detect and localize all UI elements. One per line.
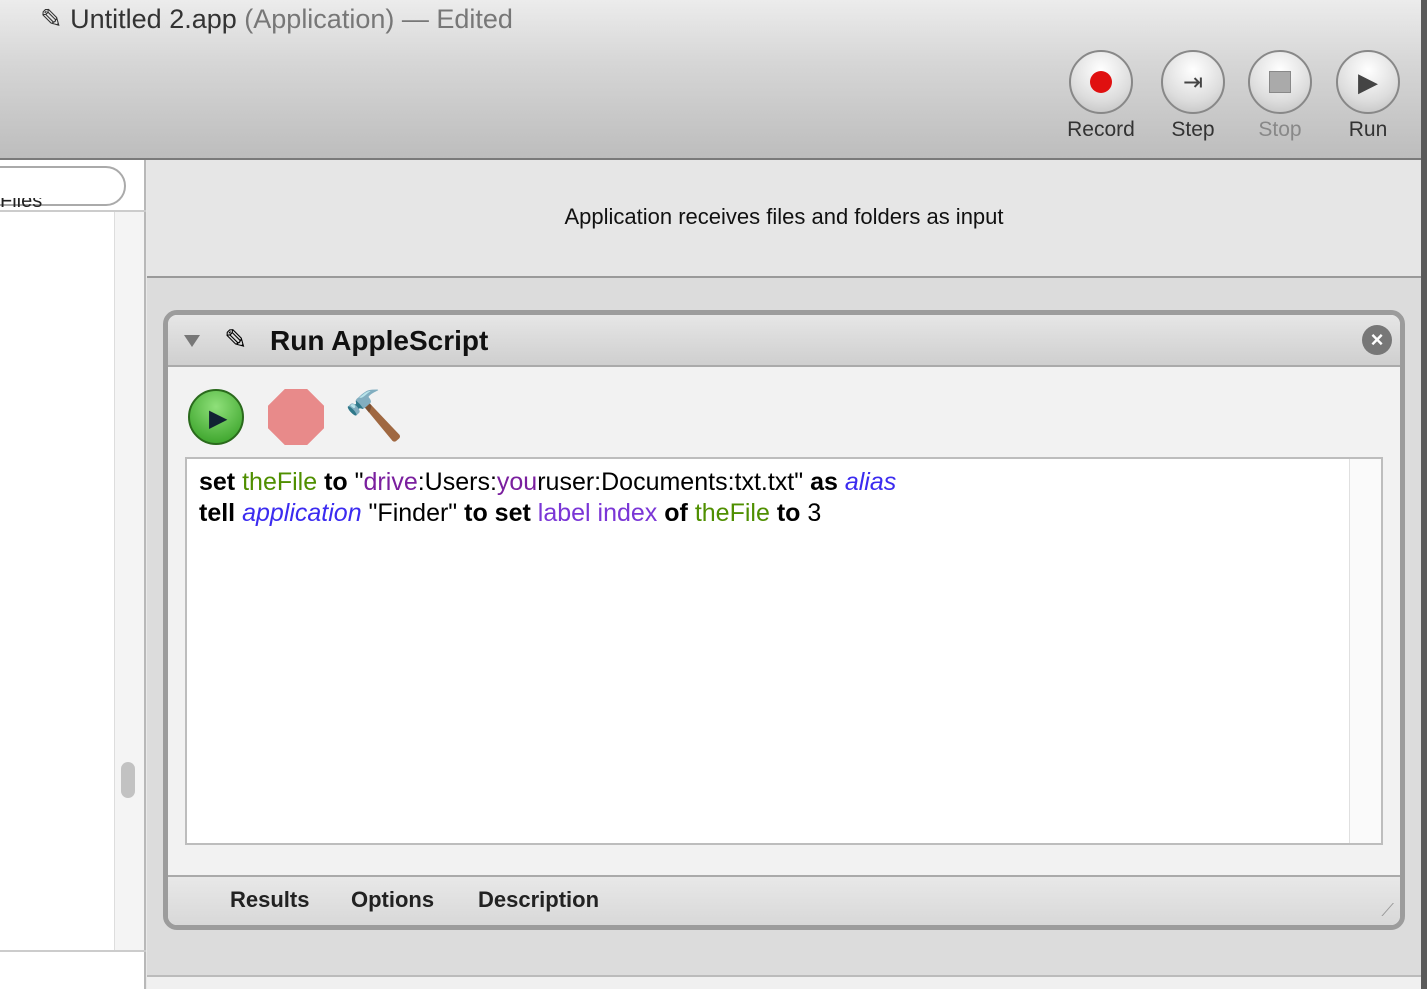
action-title: Run AppleScript xyxy=(270,325,489,356)
code-token: drive xyxy=(363,468,418,496)
code-line: tell application "Finder" to set label i… xyxy=(199,498,896,529)
code-token: 3 xyxy=(800,499,822,527)
applescript-icon: ✎ xyxy=(224,324,248,355)
scroll-thumb[interactable] xyxy=(121,762,135,798)
step-icon: ⇥ xyxy=(1182,68,1204,96)
code-token: to xyxy=(324,468,348,496)
code-token: alias xyxy=(844,468,897,496)
resize-grip-icon[interactable]: ⟋ xyxy=(1381,900,1394,921)
stop-script-button[interactable] xyxy=(268,389,324,445)
code-token: to xyxy=(776,499,801,527)
step-label: Step xyxy=(1171,118,1215,141)
title-text: Untitled 2.app xyxy=(70,4,237,34)
script-code[interactable]: set theFile to "drive:Users:youruser:Doc… xyxy=(199,467,896,529)
run-applescript-action: ✎ Run AppleScript × ▶ 🔨 set theFile to "… xyxy=(163,310,1405,930)
divider xyxy=(0,950,146,952)
action-header: ✎ Run AppleScript × xyxy=(168,315,1400,367)
record-label: Record xyxy=(1067,118,1135,141)
compile-hammer-icon[interactable]: 🔨 xyxy=(344,389,404,445)
code-token: :Users: xyxy=(417,468,497,496)
window-edge xyxy=(1421,0,1427,989)
record-icon xyxy=(1090,71,1112,93)
run-label: Run xyxy=(1348,118,1388,141)
sidebar-scrollbar[interactable] xyxy=(114,212,144,952)
workflow-input-header: Application receives files and folders a… xyxy=(147,160,1421,278)
window-title: ✎ Untitled 2.app (Application) — Edited xyxy=(40,4,513,35)
code-token: you xyxy=(496,468,538,496)
code-token: ruser:Documents:txt.txt" xyxy=(537,468,811,496)
editor-scrollbar[interactable] xyxy=(1349,459,1381,843)
title-suffix: (Application) — Edited xyxy=(244,4,513,34)
step-button[interactable]: ⇥ Step xyxy=(1153,50,1233,142)
code-token: label index xyxy=(537,499,658,527)
code-token: " xyxy=(347,468,364,496)
log-splitter[interactable] xyxy=(147,975,1421,989)
code-token: application xyxy=(242,499,362,527)
close-action-button[interactable]: × xyxy=(1362,325,1392,355)
library-sidebar: Files xyxy=(0,160,146,989)
code-token: "Finder" xyxy=(361,499,465,527)
tab-description[interactable]: Description xyxy=(478,887,599,913)
disclosure-triangle-icon[interactable] xyxy=(184,335,200,347)
run-button[interactable]: ▶ Run xyxy=(1328,50,1408,142)
stop-button[interactable]: Stop xyxy=(1240,50,1320,142)
input-description: Application receives files and folders a… xyxy=(564,204,1004,229)
run-script-button[interactable]: ▶ xyxy=(188,389,244,445)
code-token: theFile xyxy=(242,468,318,496)
code-token: of xyxy=(664,499,688,527)
tab-results[interactable]: Results xyxy=(230,887,309,913)
window-toolbar: ✎ Untitled 2.app (Application) — Edited … xyxy=(0,0,1427,160)
play-icon: ▶ xyxy=(1358,66,1378,97)
tab-options[interactable]: Options xyxy=(351,887,434,913)
automator-icon: ✎ xyxy=(40,4,63,34)
code-line: set theFile to "drive:Users:youruser:Doc… xyxy=(199,467,896,498)
code-token: as xyxy=(810,468,838,496)
record-button[interactable]: Record xyxy=(1061,50,1141,142)
code-token: set xyxy=(199,468,236,496)
play-icon: ▶ xyxy=(209,405,228,432)
script-editor[interactable]: set theFile to "drive:Users:youruser:Doc… xyxy=(185,457,1383,845)
code-token: theFile xyxy=(694,499,770,527)
code-token: to set xyxy=(464,499,531,527)
stop-icon xyxy=(1269,71,1291,93)
code-token: tell xyxy=(199,499,236,527)
action-tabs: Results Options Description ⟋ xyxy=(168,875,1400,925)
stop-label: Stop xyxy=(1258,118,1302,141)
